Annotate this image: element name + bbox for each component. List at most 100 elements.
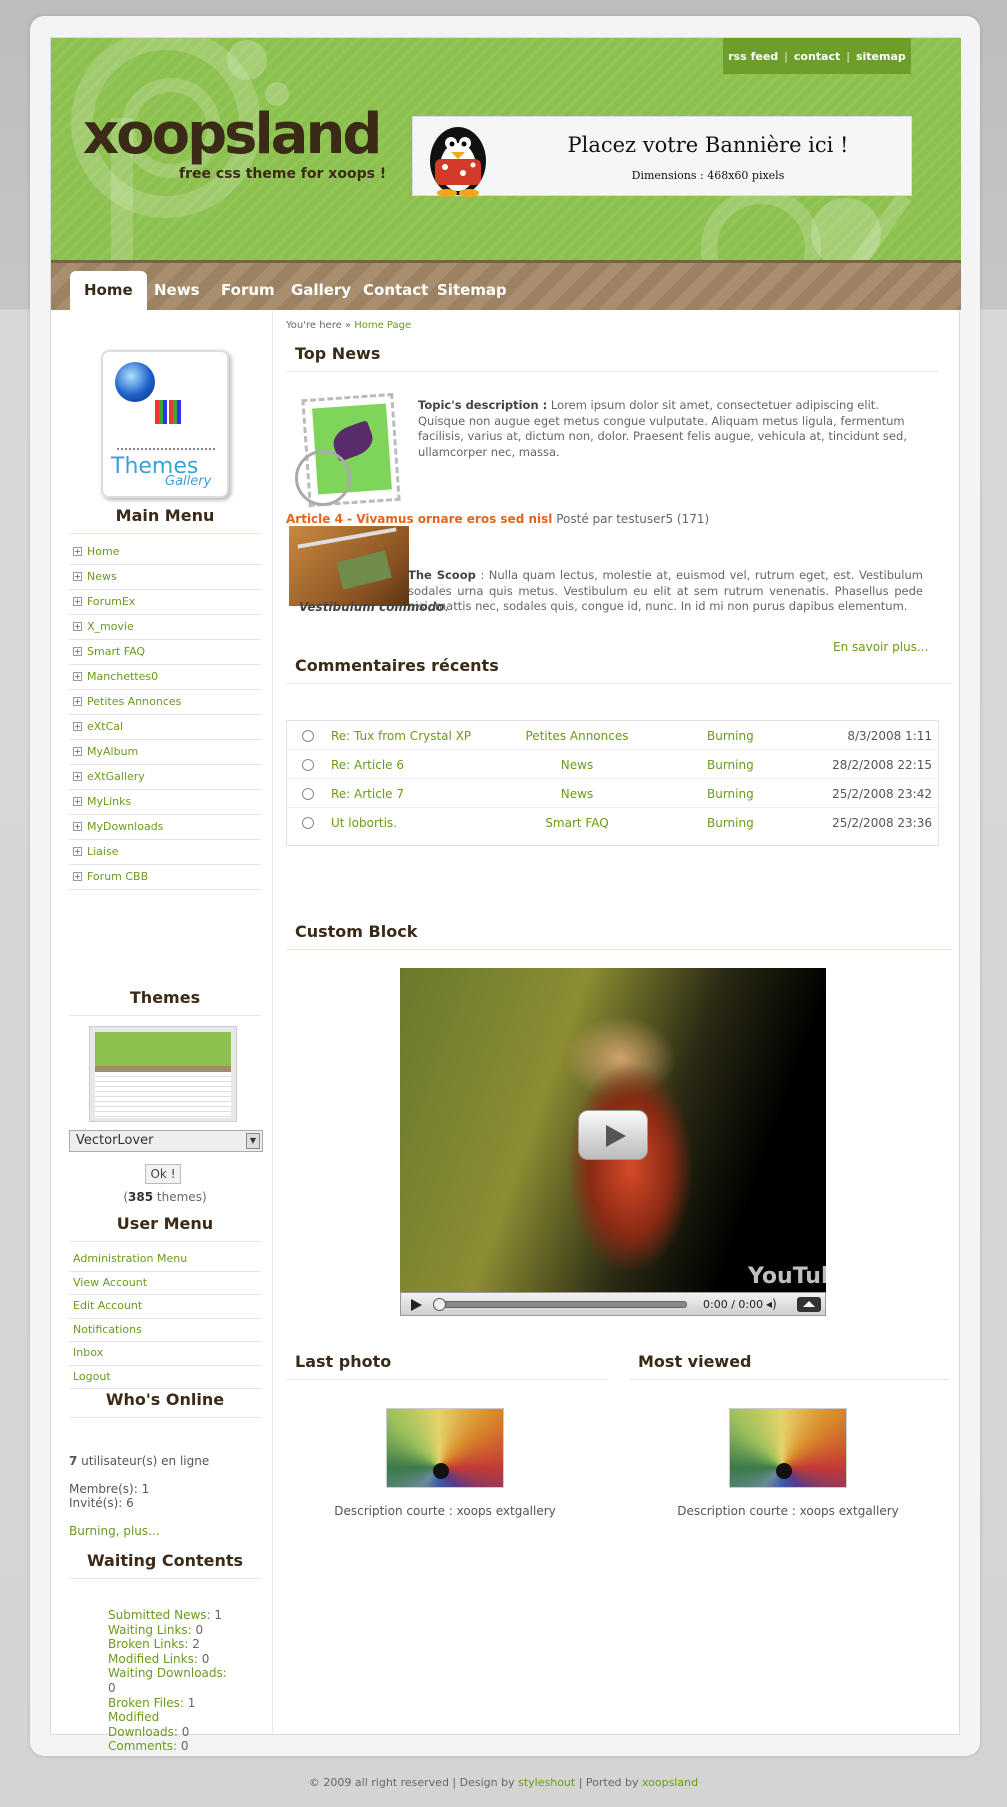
waiting-label[interactable]: Waiting Links: xyxy=(108,1623,192,1637)
plus-icon: + xyxy=(73,872,82,881)
main-menu-item[interactable]: + Liaise xyxy=(69,840,261,865)
seek-bar[interactable] xyxy=(437,1301,687,1308)
volume-icon[interactable]: ◂) xyxy=(766,1297,777,1311)
play-icon[interactable] xyxy=(411,1299,422,1311)
last-photo-thumbnail[interactable] xyxy=(386,1408,504,1488)
waiting-label[interactable]: Comments: xyxy=(108,1739,177,1753)
user-menu-item[interactable]: Inbox xyxy=(69,1342,261,1366)
dotted-divider xyxy=(117,448,215,450)
waiting-item: Broken Links: 2 xyxy=(108,1637,228,1652)
main-menu-item[interactable]: + eXtGallery xyxy=(69,765,261,790)
sidebar: Themes Gallery Main Menu + Home + News + Fo… xyxy=(51,310,273,1753)
waiting-label[interactable]: Broken Links: xyxy=(108,1637,188,1651)
radio-icon[interactable] xyxy=(302,788,314,800)
comment-module-link[interactable]: Smart FAQ xyxy=(507,816,647,830)
comment-module-link[interactable]: News xyxy=(507,758,647,772)
last-photo-title: Last photo xyxy=(286,1352,606,1380)
breadcrumb-prefix: You're here » xyxy=(286,320,355,331)
comment-title-link[interactable]: Ut lobortis. xyxy=(331,816,397,830)
read-more-link[interactable]: En savoir plus... xyxy=(833,640,928,654)
plus-icon: + xyxy=(73,822,82,831)
themes-gallery-logo[interactable]: Themes Gallery xyxy=(101,350,229,498)
user-menu-item[interactable]: Logout xyxy=(69,1366,261,1389)
play-button[interactable] xyxy=(578,1110,648,1160)
waiting-label[interactable]: Waiting Downloads: xyxy=(108,1666,227,1680)
plus-icon: + xyxy=(73,547,82,556)
main-menu-item[interactable]: + Smart FAQ xyxy=(69,640,261,665)
banner-title: Placez votre Bannière ici ! xyxy=(567,133,849,157)
main-menu-item[interactable]: + MyLinks xyxy=(69,790,261,815)
theme-preview[interactable] xyxy=(89,1026,237,1122)
user-menu-item[interactable]: Edit Account xyxy=(69,1295,261,1319)
main-menu-item[interactable]: + eXtCal xyxy=(69,715,261,740)
comment-title-link[interactable]: Re: Tux from Crystal XP xyxy=(331,729,471,743)
separator: | xyxy=(784,49,788,63)
most-viewed-title: Most viewed xyxy=(629,1352,949,1380)
menu-label: Liaise xyxy=(87,845,119,858)
gallery-logo-subtext: Gallery xyxy=(165,474,212,489)
sitemap-link[interactable]: sitemap xyxy=(856,50,906,63)
user-menu-item[interactable]: Notifications xyxy=(69,1319,261,1342)
online-users-link[interactable]: Burning, plus... xyxy=(69,1524,160,1538)
breadcrumb-current[interactable]: Home Page xyxy=(354,320,411,331)
main-content: You're here » Home Page Top News Topic's… xyxy=(273,310,961,1736)
main-menu-item[interactable]: + Forum CBB xyxy=(69,865,261,890)
waiting-label[interactable]: Broken Files: xyxy=(108,1696,184,1710)
main-menu-item[interactable]: + Home xyxy=(69,540,261,565)
waiting-label[interactable]: Submitted News: xyxy=(108,1608,211,1622)
stamp-icon xyxy=(293,392,409,512)
comment-user-link[interactable]: Burning xyxy=(707,758,754,772)
expand-icon[interactable] xyxy=(797,1297,821,1312)
radio-icon[interactable] xyxy=(302,730,314,742)
main-menu-item[interactable]: + ForumEx xyxy=(69,590,261,615)
online-count: 7 utilisateur(s) en ligne xyxy=(69,1454,209,1468)
main-menu-item[interactable]: + MyAlbum xyxy=(69,740,261,765)
radio-icon[interactable] xyxy=(302,817,314,829)
comment-module-link[interactable]: Petites Annonces xyxy=(507,729,647,743)
user-menu-item[interactable]: View Account xyxy=(69,1272,261,1295)
scoop-text: The Scoop : Nulla quam lectus, molestie … xyxy=(408,568,923,615)
nav-item-sitemap[interactable]: Sitemap xyxy=(423,271,521,313)
comment-title-link[interactable]: Re: Article 6 xyxy=(331,758,404,772)
comment-user-link[interactable]: Burning xyxy=(707,816,754,830)
main-menu-title: Main Menu xyxy=(69,506,261,534)
seek-handle[interactable] xyxy=(433,1298,446,1311)
comment-user-link[interactable]: Burning xyxy=(707,729,754,743)
ad-banner[interactable]: Placez votre Bannière ici ! Dimensions :… xyxy=(412,116,912,197)
youtube-logo: YouTube xyxy=(748,1264,852,1289)
comment-title-link[interactable]: Re: Article 7 xyxy=(331,787,404,801)
plus-icon: + xyxy=(73,797,82,806)
waiting-item: Waiting Downloads: 0 xyxy=(108,1666,228,1695)
contact-link[interactable]: contact xyxy=(794,50,840,63)
comment-user-link[interactable]: Burning xyxy=(707,787,754,801)
user-menu-item[interactable]: Administration Menu xyxy=(69,1248,261,1272)
rss-feed-link[interactable]: rss feed xyxy=(728,50,778,63)
site-logo[interactable]: xoopsland xyxy=(83,102,382,167)
scoop-label: The Scoop xyxy=(408,568,476,582)
waiting-label[interactable]: Modified Links: xyxy=(108,1652,198,1666)
main-menu-item[interactable]: + News xyxy=(69,565,261,590)
main-menu-item[interactable]: + Petites Annonces xyxy=(69,690,261,715)
whos-online-title: Who's Online xyxy=(69,1390,261,1418)
plus-icon: + xyxy=(73,622,82,631)
xoopsland-link[interactable]: xoopsland xyxy=(642,1776,698,1789)
theme-ok-button[interactable]: Ok ! xyxy=(145,1164,181,1184)
radio-icon[interactable] xyxy=(302,759,314,771)
video-player[interactable]: YouTube xyxy=(400,968,852,1292)
plus-icon: + xyxy=(73,697,82,706)
styleshout-link[interactable]: styleshout xyxy=(518,1776,575,1789)
nav-item-home[interactable]: Home xyxy=(70,271,147,313)
theme-select[interactable]: VectorLover ▼ xyxy=(69,1130,263,1152)
main-menu-item[interactable]: + X_movie xyxy=(69,615,261,640)
main-menu-item[interactable]: + Manchettes0 xyxy=(69,665,261,690)
most-viewed-thumbnail[interactable] xyxy=(729,1408,847,1488)
penguin-icon xyxy=(430,127,486,197)
article-title-link[interactable]: Article 4 - Vivamus ornare eros sed nisl xyxy=(286,512,552,526)
waiting-label[interactable]: Modified Downloads: xyxy=(108,1710,178,1739)
main-menu-item[interactable]: + MyDownloads xyxy=(69,815,261,840)
page-container: xoopsland free css theme for xoops ! rss… xyxy=(50,37,961,1753)
nav-item-news[interactable]: News xyxy=(140,271,214,313)
umbrella-hub xyxy=(433,1463,449,1479)
comment-module-link[interactable]: News xyxy=(507,787,647,801)
breadcrumb: You're here » Home Page xyxy=(286,320,411,331)
